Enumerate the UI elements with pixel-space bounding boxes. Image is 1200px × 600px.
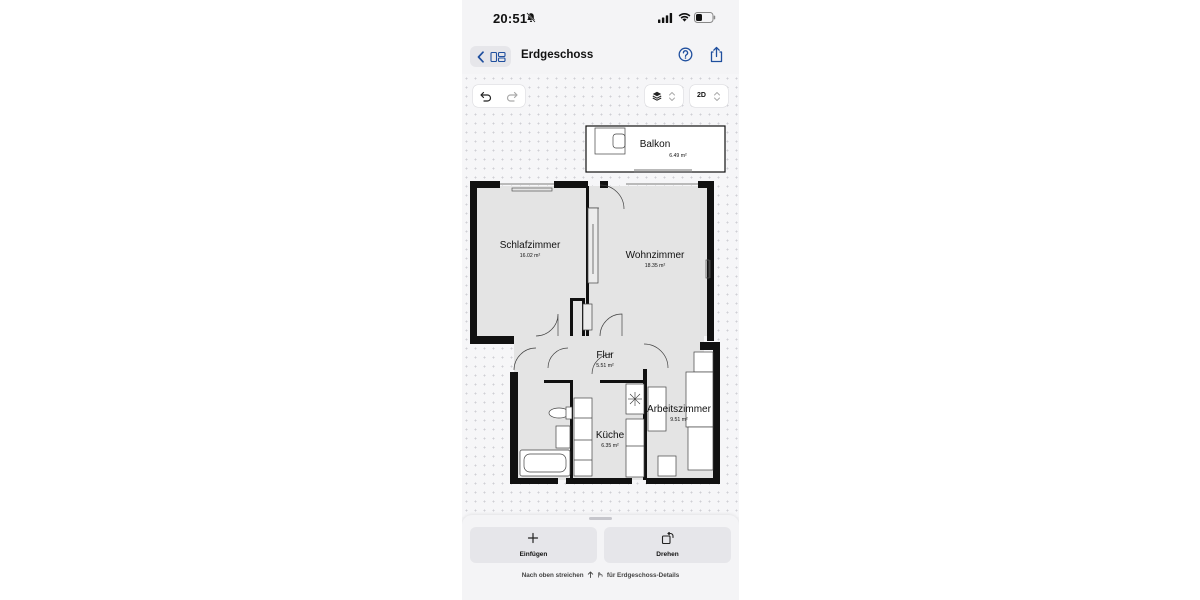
phone-screen: 20:51 Erdgeschoss Balkon 6.49 m² Schlafz… [462, 0, 739, 600]
view-mode-button[interactable]: 2D [690, 85, 728, 107]
status-bar: 20:51 [462, 0, 739, 38]
living-room-label: Wohnzimmer [626, 250, 685, 261]
layers-icon [652, 91, 662, 101]
chevron-up-down-icon [714, 91, 720, 101]
battery-icon [694, 12, 716, 23]
status-time: 20:51 [493, 11, 528, 26]
navigation-bar: Erdgeschoss [462, 38, 739, 74]
balcony-area: 6.49 m² [669, 153, 687, 159]
undo-redo-group [473, 85, 525, 107]
chevron-up-down-icon [669, 91, 675, 101]
wifi-icon [678, 12, 691, 22]
rotate-label: Drehen [656, 551, 679, 558]
kitchen-area: 6.35 m² [601, 443, 619, 449]
undo-icon [480, 91, 492, 102]
view-mode-label: 2D [697, 92, 706, 99]
bedroom-area: 16.02 m² [520, 253, 541, 259]
undo-button[interactable] [473, 85, 499, 107]
page-title: Erdgeschoss [521, 49, 594, 61]
hint-suffix: für Erdgeschoss-Details [606, 572, 680, 579]
bell-muted-icon [526, 12, 536, 23]
balcony-label: Balkon [640, 139, 671, 150]
floor-plan-canvas[interactable]: Balkon 6.49 m² Schlafzimmer 16.02 m² Woh… [462, 74, 739, 517]
rotate-button[interactable]: Drehen [604, 527, 731, 563]
hand-swipe-icon [598, 572, 603, 578]
back-button[interactable] [470, 46, 511, 67]
plus-icon [527, 532, 539, 544]
chevron-left-icon [477, 50, 484, 63]
insert-button[interactable]: Einfügen [470, 527, 597, 563]
floor-plan-icon [490, 51, 506, 62]
hallway-area: 5.51 m² [596, 363, 614, 369]
insert-label: Einfügen [519, 551, 548, 558]
living-room-area: 18.35 m² [645, 263, 666, 269]
bottom-sheet[interactable]: Einfügen Drehen Nach oben streichen für … [462, 515, 739, 600]
rotate-icon [661, 532, 674, 545]
bedroom-label: Schlafzimmer [500, 240, 561, 251]
cooktop-icon [628, 392, 642, 406]
redo-button[interactable] [499, 85, 525, 107]
kitchen-label: Küche [596, 430, 625, 441]
share-icon[interactable] [709, 46, 724, 63]
living-room[interactable] [586, 186, 709, 336]
help-icon[interactable] [678, 47, 693, 62]
floor-plan-drawing: Balkon 6.49 m² Schlafzimmer 16.02 m² Woh… [470, 125, 726, 484]
redo-icon [506, 91, 518, 102]
cellular-signal-icon [658, 13, 673, 23]
study-area: 9.51 m² [670, 417, 688, 423]
hint-prefix: Nach oben streichen [521, 572, 584, 579]
study-label: Arbeitszimmer [647, 404, 712, 415]
layers-button[interactable] [645, 85, 683, 107]
bedroom-room[interactable] [476, 186, 586, 336]
hallway-label: Flur [596, 350, 614, 361]
sheet-grabber[interactable] [589, 517, 612, 520]
arrow-up-icon [588, 571, 594, 578]
swipe-hint: Nach oben streichen für Erdgeschoss-Deta… [462, 571, 739, 579]
